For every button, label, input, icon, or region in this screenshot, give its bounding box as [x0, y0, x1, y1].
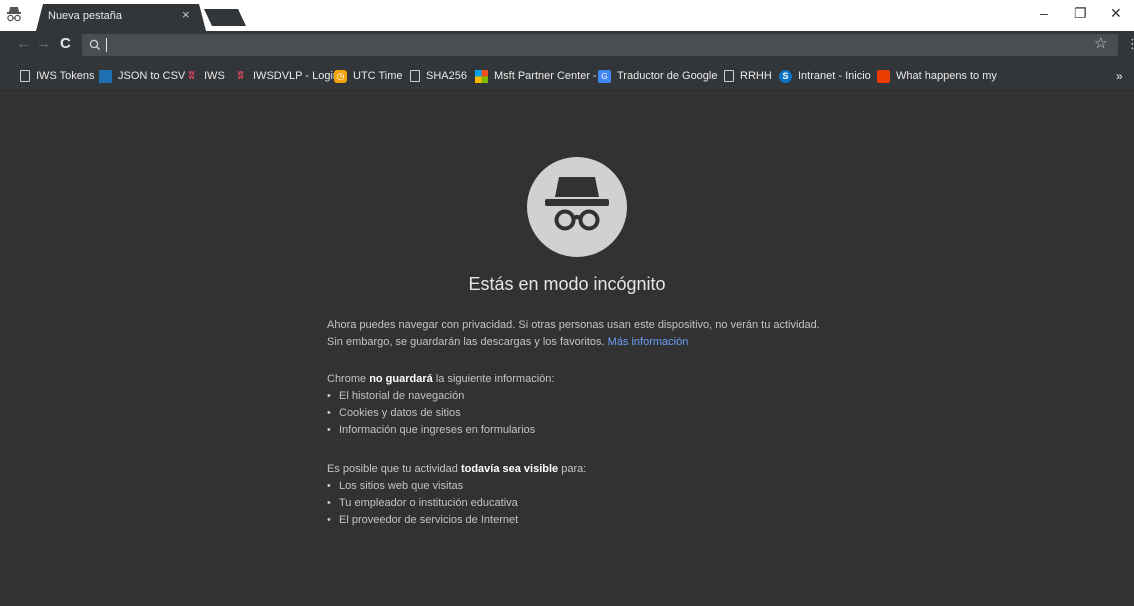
office-icon — [877, 69, 890, 83]
bookmark-iws[interactable]: ʬ IWS — [185, 68, 225, 84]
title-bar: Nueva pestaña × – ❐ ✕ — [0, 0, 1134, 31]
forward-arrow-icon[interactable]: → — [36, 35, 51, 53]
microsoft-icon — [475, 69, 488, 83]
page-title: Estás en modo incógnito — [468, 274, 666, 294]
iws-icon: ʬ — [237, 69, 244, 82]
minimize-icon[interactable]: – — [1040, 6, 1048, 20]
reload-icon[interactable]: C — [60, 35, 71, 53]
bookmark-msft-partner-center[interactable]: Msft Partner Center - — [475, 68, 597, 84]
list-item: El proveedor de servicios de Internet — [327, 512, 827, 529]
intro-text: Ahora puedes navegar con privacidad. Si … — [327, 319, 820, 348]
tab-title: Nueva pestaña — [48, 10, 122, 22]
bookmark-label: JSON to CSV — [118, 70, 186, 82]
bookmark-label: IWS — [204, 70, 225, 82]
not-saved-suffix: la siguiente información: — [435, 373, 555, 385]
list-item: Cookies y datos de sitios — [327, 405, 827, 422]
intro-paragraph: Ahora puedes navegar con privacidad. Si … — [327, 317, 827, 351]
visible-bold: todavía sea visible — [460, 463, 559, 475]
incognito-icon-circle — [527, 157, 627, 257]
visible-list: Los sitios web que visitas Tu empleador … — [327, 478, 827, 529]
bookmark-what-happens-to-my[interactable]: What happens to my — [877, 68, 997, 84]
omnibox[interactable]: ☆ — [82, 34, 1118, 56]
search-icon — [89, 39, 101, 51]
incognito-page: Estás en modo incógnito Ahora puedes nav… — [0, 91, 1134, 606]
bookmark-label: RRHH — [740, 70, 772, 82]
more-bookmarks-icon[interactable]: » — [1116, 69, 1123, 83]
list-item: El historial de navegación — [327, 388, 827, 405]
bookmark-json-to-csv[interactable]: JSON to CSV — [99, 68, 185, 84]
sharepoint-icon: S — [779, 69, 792, 83]
menu-icon[interactable]: ⋮ — [1126, 35, 1134, 53]
bookmark-label: Traductor de Google — [617, 70, 718, 82]
bookmark-label: Msft Partner Center - — [494, 70, 597, 82]
clock-icon: ◷ — [334, 69, 347, 83]
blue-square-icon — [99, 69, 112, 83]
bookmark-label: UTC Time — [353, 70, 403, 82]
list-item: Información que ingreses en formularios — [327, 422, 827, 439]
not-saved-prefix: Chrome — [327, 373, 367, 385]
bookmark-iwsdvlp-login[interactable]: ʬ IWSDVLP - Login — [234, 68, 339, 84]
window-close-icon[interactable]: ✕ — [1110, 6, 1122, 20]
not-saved-bold: no guardará — [369, 373, 433, 385]
spy-incognito-icon — [545, 177, 609, 231]
incognito-icon — [7, 7, 21, 22]
page-icon — [410, 70, 420, 82]
bookmark-label: What happens to my — [896, 70, 997, 82]
visible-suffix: para: — [561, 463, 587, 475]
google-translate-icon: G — [598, 69, 611, 83]
bookmark-label: IWS Tokens — [36, 70, 95, 82]
visible-section: Es posible que tu actividad todavía sea … — [327, 461, 827, 529]
page-icon — [20, 70, 30, 82]
bookmarks-bar: IWS Tokens JSON to CSV ʬ IWS ʬ IWSDVLP -… — [0, 59, 1134, 91]
page-icon — [724, 70, 734, 82]
visible-prefix: Es posible que tu actividad — [327, 463, 458, 475]
text-caret — [106, 38, 107, 52]
restore-icon[interactable]: ❐ — [1074, 6, 1087, 20]
bookmark-label: Intranet - Inicio — [798, 70, 871, 82]
more-info-link[interactable]: Más información — [608, 336, 689, 348]
bookmark-iws-tokens[interactable]: IWS Tokens — [20, 68, 95, 84]
back-arrow-icon[interactable]: ← — [16, 35, 31, 53]
toolbar: ← → C ☆ ⋮ — [0, 31, 1134, 59]
list-item: Tu empleador o institución educativa — [327, 495, 827, 512]
bookmark-intranet-inicio[interactable]: S Intranet - Inicio — [779, 68, 871, 84]
not-saved-list: El historial de navegación Cookies y dat… — [327, 388, 827, 439]
bookmark-star-icon[interactable]: ☆ — [1094, 35, 1107, 53]
tab-close-icon[interactable]: × — [182, 8, 190, 21]
not-saved-section: Chrome no guardará la siguiente informac… — [327, 371, 827, 439]
address-input[interactable] — [106, 36, 1086, 54]
bookmark-label: IWSDVLP - Login — [253, 70, 340, 82]
visible-heading: Es posible que tu actividad todavía sea … — [327, 461, 827, 478]
bookmark-utc-time[interactable]: ◷ UTC Time — [334, 68, 403, 84]
bookmark-label: SHA256 — [426, 70, 467, 82]
bookmark-sha256[interactable]: SHA256 — [410, 68, 467, 84]
list-item: Los sitios web que visitas — [327, 478, 827, 495]
not-saved-heading: Chrome no guardará la siguiente informac… — [327, 371, 827, 388]
bookmark-traductor-de-google[interactable]: G Traductor de Google — [598, 68, 717, 84]
iws-icon: ʬ — [188, 69, 195, 82]
new-tab-button[interactable] — [204, 9, 246, 26]
bookmark-rrhh[interactable]: RRHH — [724, 68, 772, 84]
